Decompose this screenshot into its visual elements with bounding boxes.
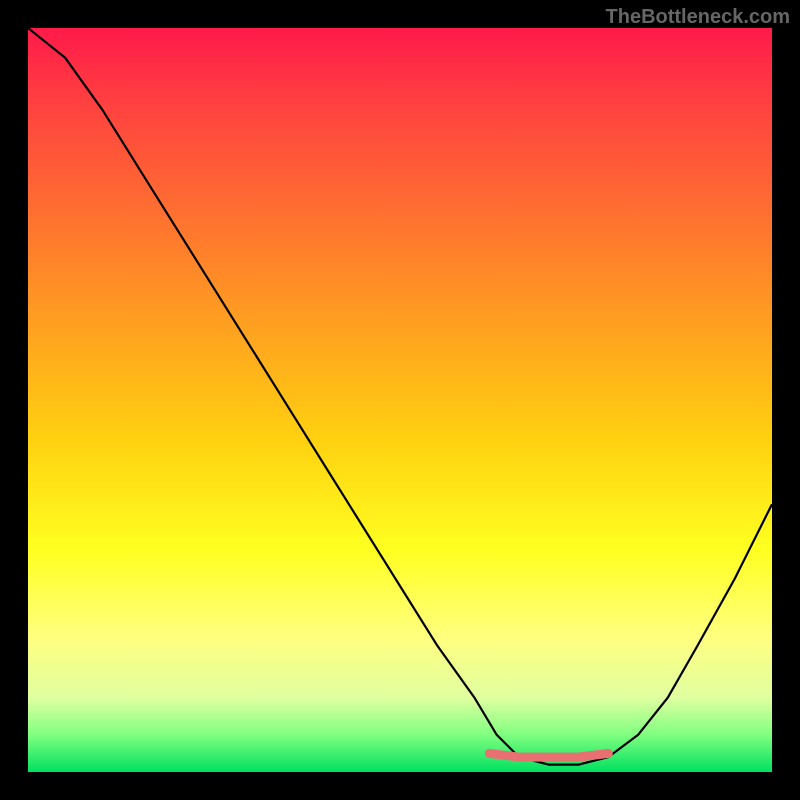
watermark-text: TheBottleneck.com — [606, 6, 790, 29]
chart-area — [28, 28, 772, 772]
chart-svg — [28, 28, 772, 772]
sweet-zone-marker — [489, 753, 608, 757]
bottleneck-curve — [28, 28, 772, 765]
